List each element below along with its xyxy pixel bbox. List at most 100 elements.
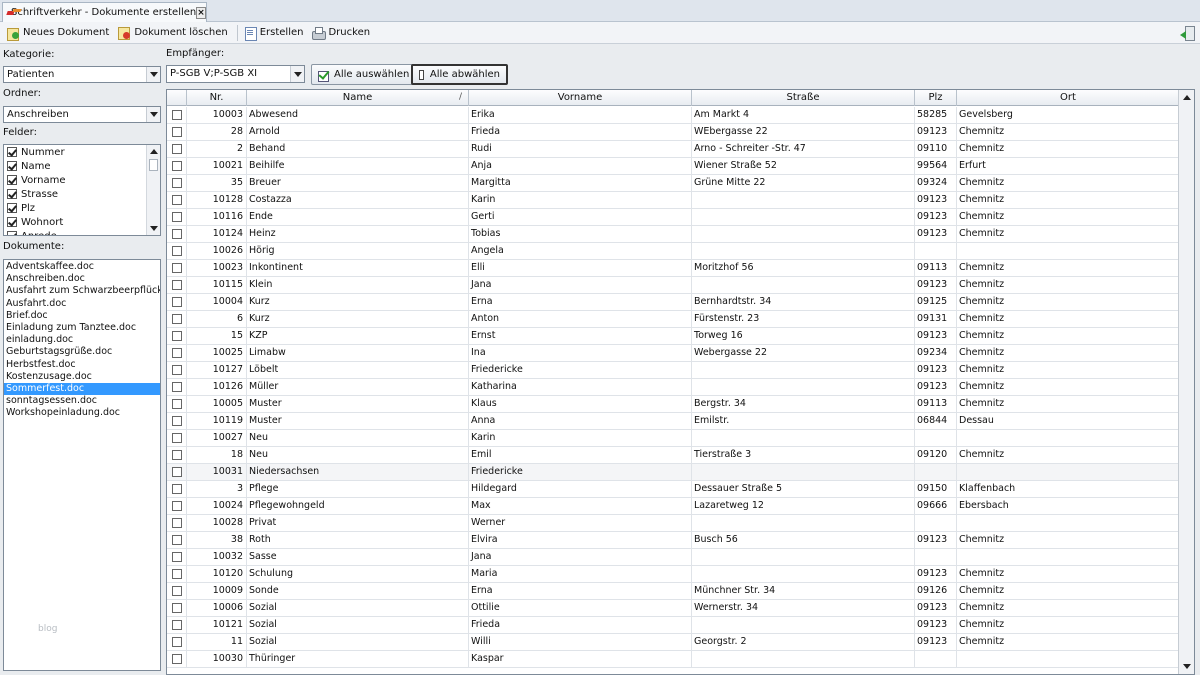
table-row[interactable]: 10127 Löbelt Friedericke 09123 Chemnitz bbox=[167, 362, 1180, 379]
checkbox-icon[interactable] bbox=[172, 450, 182, 460]
table-row[interactable]: 6 Kurz Anton Fürstenstr. 23 09131 Chemnitz bbox=[167, 311, 1180, 328]
header-name[interactable]: Name / bbox=[247, 90, 469, 106]
row-checkbox[interactable] bbox=[167, 396, 187, 412]
checkbox-checked-icon[interactable] bbox=[7, 147, 17, 157]
row-checkbox[interactable] bbox=[167, 464, 187, 480]
checkbox-icon[interactable] bbox=[172, 263, 182, 273]
table-row[interactable]: 10009 Sonde Erna Münchner Str. 34 09126 Chemn… bbox=[167, 583, 1180, 600]
scroll-thumb[interactable] bbox=[149, 159, 158, 171]
checkbox-icon[interactable] bbox=[172, 603, 182, 613]
list-item[interactable]: Geburtstagsgrüße.doc bbox=[4, 346, 160, 358]
fields-scrollbar[interactable] bbox=[146, 145, 160, 235]
row-checkbox[interactable] bbox=[167, 447, 187, 463]
checkbox-icon[interactable] bbox=[172, 501, 182, 511]
chevron-down-icon[interactable] bbox=[290, 66, 304, 82]
scroll-up-icon[interactable] bbox=[150, 149, 158, 154]
row-checkbox[interactable] bbox=[167, 192, 187, 208]
table-row[interactable]: 10004 Kurz Erna Bernhardtstr. 34 09125 Chemni… bbox=[167, 294, 1180, 311]
row-checkbox[interactable] bbox=[167, 498, 187, 514]
table-row[interactable]: 10021 Beihilfe Anja Wiener Straße 52 99564 Er… bbox=[167, 158, 1180, 175]
table-row[interactable]: 3 Pflege Hildegard Dessauer Straße 5 09150 Kl… bbox=[167, 481, 1180, 498]
deselect-all-button[interactable]: Alle abwählen bbox=[411, 64, 508, 85]
header-nr[interactable]: Nr. bbox=[187, 90, 247, 106]
row-checkbox[interactable] bbox=[167, 617, 187, 633]
list-item[interactable]: Ausfahrt zum Schwarzbeerpflücken bbox=[4, 285, 160, 297]
table-row[interactable]: 10126 Müller Katharina 09123 Chemnitz bbox=[167, 379, 1180, 396]
field-item[interactable]: Wohnort bbox=[4, 215, 160, 229]
checkbox-icon[interactable] bbox=[172, 212, 182, 222]
table-row[interactable]: 15 KZP Ernst Torweg 16 09123 Chemnitz bbox=[167, 328, 1180, 345]
header-plz[interactable]: Plz bbox=[915, 90, 957, 106]
table-row[interactable]: 10028 Privat Werner bbox=[167, 515, 1180, 532]
table-row[interactable]: 2 Behand Rudi Arno - Schreiter -Str. 47 0911… bbox=[167, 141, 1180, 158]
table-row[interactable]: 10124 Heinz Tobias 09123 Chemnitz bbox=[167, 226, 1180, 243]
table-row[interactable]: 10116 Ende Gerti 09123 Chemnitz bbox=[167, 209, 1180, 226]
table-row[interactable]: 10025 Limabw Ina Webergasse 22 09234 Chemnitz bbox=[167, 345, 1180, 362]
new-document-button[interactable]: Neues Dokument bbox=[4, 24, 113, 42]
checkbox-icon[interactable] bbox=[172, 535, 182, 545]
folder-select[interactable]: Anschreiben bbox=[3, 106, 161, 123]
checkbox-icon[interactable] bbox=[172, 382, 182, 392]
recipient-select[interactable]: P-SGB V;P-SGB XI bbox=[166, 65, 305, 83]
checkbox-icon[interactable] bbox=[172, 110, 182, 120]
list-item[interactable]: Brief.doc bbox=[4, 310, 160, 322]
table-row[interactable]: 10031 Niedersachsen Friedericke bbox=[167, 464, 1180, 481]
checkbox-icon[interactable] bbox=[172, 144, 182, 154]
row-checkbox[interactable] bbox=[167, 515, 187, 531]
print-button[interactable]: Drucken bbox=[309, 24, 374, 42]
table-row[interactable]: 10027 Neu Karin bbox=[167, 430, 1180, 447]
checkbox-icon[interactable] bbox=[172, 433, 182, 443]
checkbox-icon[interactable] bbox=[172, 416, 182, 426]
list-item[interactable]: sonntagsessen.doc bbox=[4, 395, 160, 407]
checkbox-icon[interactable] bbox=[172, 246, 182, 256]
row-checkbox[interactable] bbox=[167, 345, 187, 361]
row-checkbox[interactable] bbox=[167, 379, 187, 395]
checkbox-checked-icon[interactable] bbox=[7, 217, 17, 227]
create-button[interactable]: Erstellen bbox=[241, 24, 308, 42]
table-row[interactable]: 35 Breuer Margitta Grüne Mitte 22 09324 Chemn… bbox=[167, 175, 1180, 192]
list-item[interactable]: Anschreiben.doc bbox=[4, 273, 160, 285]
table-row[interactable]: 10128 Costazza Karin 09123 Chemnitz bbox=[167, 192, 1180, 209]
field-item[interactable]: Anrede bbox=[4, 229, 160, 235]
tab-schriftverkehr[interactable]: Schriftverkehr - Dokumente erstellen × bbox=[2, 2, 207, 22]
field-item[interactable]: Plz bbox=[4, 201, 160, 215]
row-checkbox[interactable] bbox=[167, 549, 187, 565]
row-checkbox[interactable] bbox=[167, 583, 187, 599]
field-item[interactable]: Name bbox=[4, 159, 160, 173]
row-checkbox[interactable] bbox=[167, 651, 187, 667]
table-row[interactable]: 10005 Muster Klaus Bergstr. 34 09113 Chemnitz bbox=[167, 396, 1180, 413]
row-checkbox[interactable] bbox=[167, 634, 187, 650]
chevron-down-icon[interactable] bbox=[146, 107, 160, 122]
list-item[interactable]: Einladung zum Tanztee.doc bbox=[4, 322, 160, 334]
checkbox-icon[interactable] bbox=[172, 161, 182, 171]
checkbox-icon[interactable] bbox=[172, 127, 182, 137]
checkbox-icon[interactable] bbox=[172, 484, 182, 494]
row-checkbox[interactable] bbox=[167, 277, 187, 293]
header-vorname[interactable]: Vorname bbox=[469, 90, 692, 106]
checkbox-icon[interactable] bbox=[172, 331, 182, 341]
checkbox-checked-icon[interactable] bbox=[7, 189, 17, 199]
field-item[interactable]: Strasse bbox=[4, 187, 160, 201]
list-item[interactable]: Herbstfest.doc bbox=[4, 359, 160, 371]
table-row[interactable]: 10003 Abwesend Erika Am Markt 4 58285 Gevelsb… bbox=[167, 107, 1180, 124]
row-checkbox[interactable] bbox=[167, 481, 187, 497]
checkbox-icon[interactable] bbox=[172, 620, 182, 630]
table-row[interactable]: 10023 Inkontinent Elli Moritzhof 56 09113 Che… bbox=[167, 260, 1180, 277]
row-checkbox[interactable] bbox=[167, 600, 187, 616]
row-checkbox[interactable] bbox=[167, 107, 187, 123]
row-checkbox[interactable] bbox=[167, 328, 187, 344]
exit-icon[interactable] bbox=[1180, 26, 1195, 41]
checkbox-icon[interactable] bbox=[172, 569, 182, 579]
header-strasse[interactable]: Straße bbox=[692, 90, 915, 106]
list-item[interactable]: Workshopeinladung.doc bbox=[4, 407, 160, 419]
table-scrollbar[interactable] bbox=[1178, 90, 1194, 674]
checkbox-icon[interactable] bbox=[172, 297, 182, 307]
row-checkbox[interactable] bbox=[167, 532, 187, 548]
row-checkbox[interactable] bbox=[167, 124, 187, 140]
table-row[interactable]: 28 Arnold Frieda WEbergasse 22 09123 Chemnitz bbox=[167, 124, 1180, 141]
checkbox-icon[interactable] bbox=[172, 280, 182, 290]
list-item[interactable]: Adventskaffee.doc bbox=[4, 261, 160, 273]
select-all-button[interactable]: Alle auswählen bbox=[311, 64, 417, 85]
field-item[interactable]: Vorname bbox=[4, 173, 160, 187]
checkbox-icon[interactable] bbox=[172, 399, 182, 409]
